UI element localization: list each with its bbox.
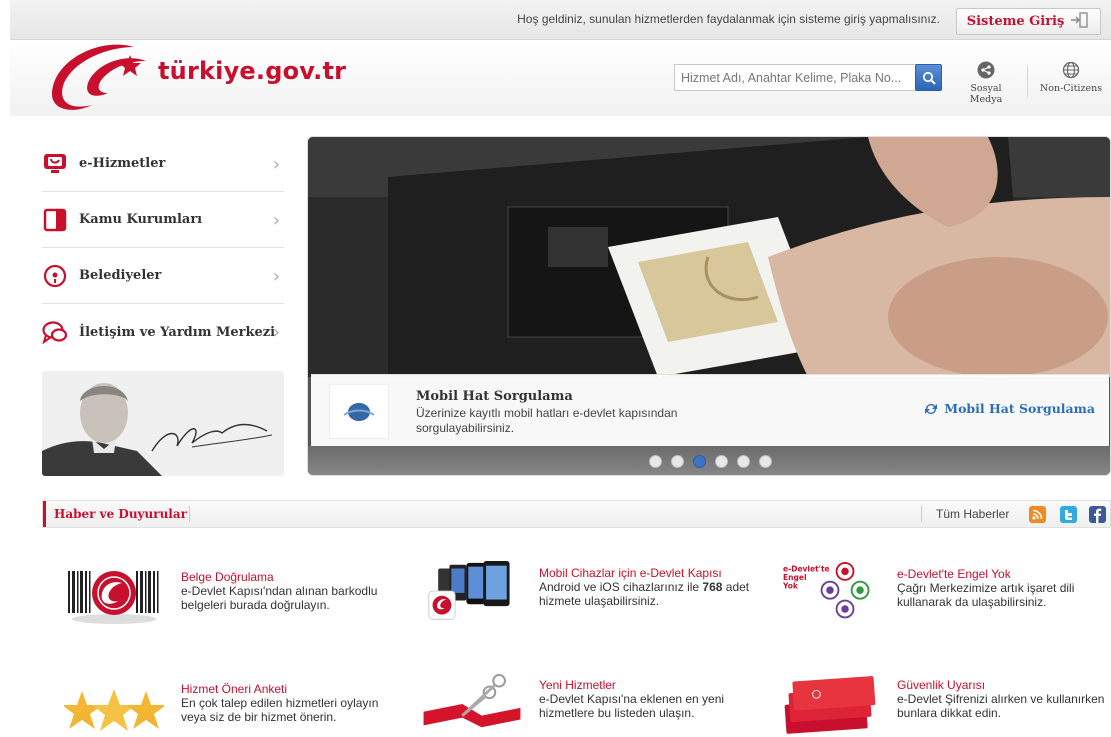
divider — [189, 506, 190, 522]
svg-text:Yok: Yok — [782, 581, 799, 590]
news-item-title: Güvenlik Uyarısı — [897, 678, 986, 692]
news-section-title: Haber ve Duyurular — [43, 501, 195, 527]
main-menu: e-Hizmetler › Kamu Kurumları › Belediyel… — [42, 136, 284, 360]
barcode-thumbnail — [68, 571, 159, 624]
login-button[interactable]: Sisteme Giriş — [956, 8, 1101, 35]
news-item-yeni-hizmetler[interactable]: Yeni Hizmetler e-Devlet Kapısı'na eklene… — [422, 673, 752, 737]
door-arrow-icon — [1070, 12, 1090, 31]
divider — [921, 506, 922, 522]
login-button-label: Sisteme Giriş — [966, 14, 1065, 29]
site-logo[interactable]: türkiye.gov.tr — [46, 41, 376, 116]
news-item-mobil-cihazlar[interactable]: Mobil Cihazlar için e-Devlet Kapısı Andr… — [422, 561, 752, 626]
chevron-right-icon: › — [272, 154, 280, 175]
search-input[interactable] — [674, 64, 918, 91]
news-item-title: Yeni Hizmetler — [539, 678, 616, 692]
search-button[interactable] — [915, 64, 942, 91]
non-citizens-link[interactable]: Non-Citizens — [1036, 61, 1106, 94]
password-cards-thumbnail — [784, 676, 876, 734]
news-item-engel-yok[interactable]: e-Devlet'te Engel Yok e-Devlet'te Engel … — [780, 562, 1110, 627]
menu-item-label: Belediyeler — [79, 268, 162, 283]
ataturk-portrait — [42, 371, 284, 476]
news-item-belge-dogrulama[interactable]: Belge Doğrulama e-Devlet Kapısı'ndan alı… — [64, 565, 394, 630]
news-item-desc: Android ve iOS cihazlarınız ile 768 adet… — [539, 580, 750, 608]
slider-dot[interactable] — [714, 455, 728, 468]
news-item-desc: e-Devlet Kapısı'na eklenen en yeni hizme… — [539, 692, 725, 720]
location-pin-icon — [42, 263, 68, 289]
twitter-icon[interactable] — [1060, 506, 1077, 523]
monitor-icon — [42, 151, 68, 177]
rss-icon[interactable] — [1029, 506, 1046, 523]
news-item-desc: Çağrı Merkezimize artık işaret dili kull… — [897, 581, 1075, 609]
news-item-hizmet-oneri[interactable]: Hizmet Öneri Anketi En çok talep edilen … — [64, 677, 394, 737]
menu-item-label: e-Hizmetler — [79, 156, 166, 171]
slider-dot[interactable] — [648, 455, 662, 468]
slide-description: Üzerinize kayıtlı mobil hatları e-devlet… — [416, 406, 678, 435]
social-media-link[interactable]: Sosyal Medya — [954, 61, 1018, 105]
logo-text: türkiye.gov.tr — [158, 57, 347, 85]
chevron-right-icon: › — [272, 210, 280, 231]
news-item-title: Mobil Cihazlar için e-Devlet Kapısı — [539, 566, 722, 580]
chat-icon — [42, 319, 68, 345]
hero-slider[interactable]: Mobil Hat Sorgulama Üzerinize kayıtlı mo… — [307, 136, 1111, 476]
slide-title: Mobil Hat Sorgulama — [416, 389, 573, 404]
accessibility-thumbnail: e-Devlet'te Engel Yok — [782, 562, 870, 619]
news-item-desc: En çok talep edilen hizmetleri oylayın v… — [181, 696, 379, 724]
slider-dot[interactable] — [670, 455, 684, 468]
btk-logo — [329, 384, 389, 439]
slider-dot[interactable] — [736, 455, 750, 468]
welcome-message: Hoş geldiniz, sunulan hizmetlerden fayda… — [517, 12, 940, 26]
menu-item-label: İletişim ve Yardım Merkezi — [79, 324, 276, 340]
slider-dot-active[interactable] — [692, 455, 706, 468]
slide-image — [308, 137, 1110, 377]
all-news-link[interactable]: Tüm Haberler — [936, 507, 1009, 521]
top-bar: Hoş geldiniz, sunulan hizmetlerden fayda… — [10, 0, 1111, 40]
header-divider — [1027, 65, 1028, 97]
slide-link-label: Mobil Hat Sorgulama — [944, 401, 1095, 416]
search-icon — [922, 71, 936, 85]
portrait-image — [42, 371, 284, 476]
menu-item-iletisim[interactable]: İletişim ve Yardım Merkezi › — [42, 304, 284, 360]
menu-item-belediyeler[interactable]: Belediyeler › — [42, 248, 284, 304]
news-item-title: e-Devlet'te Engel Yok — [897, 567, 1011, 581]
share-icon — [977, 61, 995, 79]
menu-item-e-hizmetler[interactable]: e-Hizmetler › — [42, 136, 284, 192]
slider-dot[interactable] — [758, 455, 772, 468]
facebook-icon[interactable] — [1089, 506, 1106, 523]
news-item-guvenlik-uyarisi[interactable]: Güvenlik Uyarısı e-Devlet Şifrenizi alır… — [780, 673, 1110, 737]
menu-item-kamu-kurumlari[interactable]: Kamu Kurumları › — [42, 192, 284, 248]
refresh-icon — [925, 403, 938, 414]
news-item-desc: e-Devlet Şifrenizi alırken ve kullanırke… — [897, 692, 1105, 720]
building-icon — [42, 207, 68, 233]
chevron-right-icon: › — [272, 266, 280, 287]
chevron-right-icon: › — [272, 322, 280, 343]
slider-pagination — [308, 446, 1110, 475]
news-item-desc: e-Devlet Kapısı'ndan alınan barkodlu bel… — [181, 584, 378, 612]
social-media-label: Sosyal Medya — [969, 83, 1003, 105]
non-citizens-label: Non-Citizens — [1039, 83, 1103, 94]
crescent-star-icon — [51, 44, 146, 110]
stars-thumbnail — [64, 689, 164, 731]
header: türkiye.gov.tr Sosyal Medya Non-Citizens — [10, 41, 1111, 116]
news-bar: Haber ve Duyurular Tüm Haberler — [42, 500, 1111, 528]
news-item-title: Hizmet Öneri Anketi — [181, 682, 288, 696]
news-item-title: Belge Doğrulama — [181, 570, 274, 584]
scissors-ribbon-thumbnail — [423, 673, 521, 728]
globe-icon — [1062, 61, 1080, 79]
slide-caption: Mobil Hat Sorgulama Üzerinize kayıtlı mo… — [311, 374, 1109, 446]
menu-item-label: Kamu Kurumları — [79, 212, 203, 227]
service-count: 768 — [702, 580, 723, 594]
slide-link[interactable]: Mobil Hat Sorgulama — [923, 401, 1095, 416]
mobile-devices-thumbnail — [428, 561, 510, 620]
